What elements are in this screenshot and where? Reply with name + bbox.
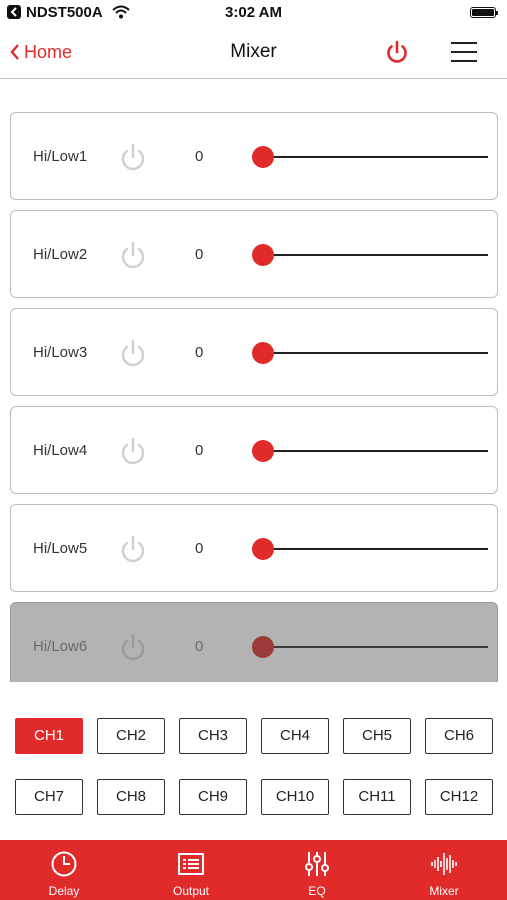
channel-button-ch7[interactable]: CH7 [15, 779, 83, 815]
waveform-icon [430, 850, 458, 878]
navigation-bar: Home Mixer [0, 26, 507, 79]
mixer-row-label: Hi/Low2 [33, 246, 88, 263]
mixer-slider[interactable] [252, 339, 488, 367]
slider-thumb[interactable] [252, 146, 274, 168]
mixer-slider[interactable] [252, 633, 488, 661]
slider-thumb[interactable] [252, 244, 274, 266]
slider-track [262, 352, 488, 354]
home-back-button[interactable]: Home [10, 40, 72, 64]
slider-track [262, 254, 488, 256]
tab-output[interactable]: Output [141, 840, 241, 900]
channel-button-ch3[interactable]: CH3 [179, 718, 247, 754]
mixer-row-hi-low4: Hi/Low4 0 [10, 406, 498, 494]
tab-label: EQ [308, 884, 326, 898]
mixer-row-hi-low3: Hi/Low3 0 [10, 308, 498, 396]
slider-thumb[interactable] [252, 538, 274, 560]
power-icon [387, 40, 407, 63]
tab-label: Output [172, 884, 210, 898]
channel-button-ch4[interactable]: CH4 [261, 718, 329, 754]
mixer-row-value: 0 [195, 148, 204, 165]
slider-track [262, 156, 488, 158]
channel-button-ch1[interactable]: CH1 [15, 718, 83, 754]
mixer-row-label: Hi/Low6 [33, 638, 88, 655]
hamburger-menu-icon [451, 42, 477, 62]
power-icon [121, 535, 145, 563]
mixer-row-value: 0 [195, 246, 204, 263]
mixer-row-label: Hi/Low5 [33, 540, 88, 557]
power-icon [121, 143, 145, 171]
slider-thumb[interactable] [252, 440, 274, 462]
mixer-row-hi-low2: Hi/Low2 0 [10, 210, 498, 298]
mixer-row-hi-low6: Hi/Low6 0 [10, 602, 498, 682]
mixer-row-value: 0 [195, 540, 204, 557]
home-back-label: Home [24, 41, 73, 62]
slider-track [262, 548, 488, 550]
equalizer-icon [303, 850, 331, 878]
menu-button[interactable] [451, 40, 477, 64]
power-icon [121, 633, 145, 661]
channel-button-ch8[interactable]: CH8 [97, 779, 165, 815]
tab-delay[interactable]: Delay [14, 840, 114, 900]
slider-thumb[interactable] [252, 636, 274, 658]
channel-button-ch10[interactable]: CH10 [261, 779, 329, 815]
channel-button-ch6[interactable]: CH6 [425, 718, 493, 754]
channel-button-ch5[interactable]: CH5 [343, 718, 411, 754]
chevron-left-icon [10, 44, 19, 60]
power-icon [121, 241, 145, 269]
mixer-row-value: 0 [195, 344, 204, 361]
row-power-toggle[interactable] [119, 240, 147, 270]
mixer-list[interactable]: Hi/Low1 0 Hi/Low2 0 Hi/Low3 0 Hi/Low4 0 [0, 112, 507, 682]
power-icon [121, 339, 145, 367]
tab-eq[interactable]: EQ [267, 840, 367, 900]
row-power-toggle[interactable] [119, 142, 147, 172]
row-power-toggle[interactable] [119, 338, 147, 368]
channel-button-ch12[interactable]: CH12 [425, 779, 493, 815]
mixer-row-value: 0 [195, 442, 204, 459]
mixer-slider[interactable] [252, 535, 488, 563]
clock-icon [50, 850, 78, 878]
tab-label: Mixer [429, 884, 459, 898]
mixer-slider[interactable] [252, 241, 488, 269]
channel-button-ch11[interactable]: CH11 [343, 779, 411, 815]
row-power-toggle[interactable] [119, 632, 147, 662]
mixer-row-hi-low5: Hi/Low5 0 [10, 504, 498, 592]
page-title: Mixer [230, 41, 277, 62]
channel-button-ch2[interactable]: CH2 [97, 718, 165, 754]
power-button[interactable] [384, 39, 410, 65]
mixer-row-label: Hi/Low1 [33, 148, 88, 165]
tab-bar: Delay Output EQ Mixer [0, 840, 507, 900]
list-icon [177, 850, 205, 878]
mixer-row-value: 0 [195, 638, 204, 655]
slider-thumb[interactable] [252, 342, 274, 364]
mixer-slider[interactable] [252, 437, 488, 465]
channel-button-ch9[interactable]: CH9 [179, 779, 247, 815]
row-power-toggle[interactable] [119, 436, 147, 466]
mixer-row-hi-low1: Hi/Low1 0 [10, 112, 498, 200]
row-power-toggle[interactable] [119, 534, 147, 564]
status-time: 3:02 AM [225, 4, 282, 21]
mixer-slider[interactable] [252, 143, 488, 171]
status-bar: NDST500A 3:02 AM [0, 0, 507, 26]
power-icon [121, 437, 145, 465]
tab-label: Delay [48, 884, 80, 898]
mixer-row-label: Hi/Low3 [33, 344, 88, 361]
channel-selector: CH1 CH2 CH3 CH4 CH5 CH6 CH7 CH8 CH9 CH10… [0, 716, 507, 820]
mixer-row-label: Hi/Low4 [33, 442, 88, 459]
slider-track [262, 646, 488, 648]
slider-track [262, 450, 488, 452]
tab-mixer[interactable]: Mixer [394, 840, 494, 900]
battery-icon [470, 7, 498, 18]
